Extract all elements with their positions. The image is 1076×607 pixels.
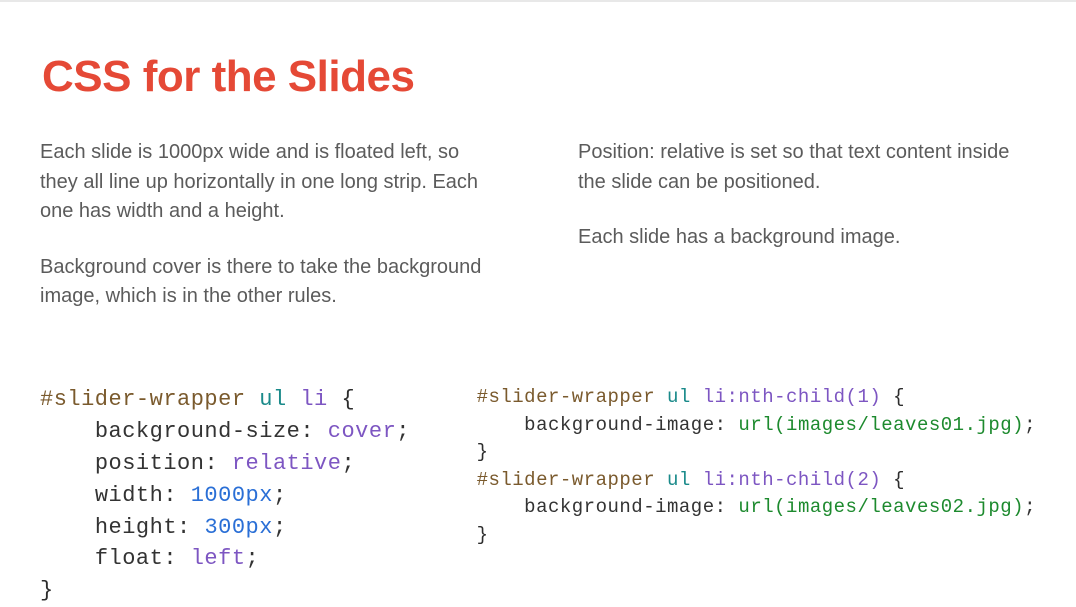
brace: { (893, 469, 905, 491)
code-columns: #slider-wrapper ul li { background-size:… (40, 384, 1036, 607)
css-value: 300px (204, 515, 273, 540)
selector-arg: (2) (846, 469, 882, 491)
css-property: background-image (524, 496, 714, 518)
right-text-column: Position: relative is set so that text c… (578, 138, 1036, 338)
selector-tag: ul (259, 387, 286, 412)
paragraph: Position: relative is set so that text c… (578, 138, 1036, 197)
slide-title: CSS for the Slides (42, 52, 1036, 102)
selector-id: #slider-wrapper (477, 386, 656, 408)
css-property: height (95, 515, 177, 540)
paragraph: Background cover is there to take the ba… (40, 253, 498, 312)
css-property: position (95, 451, 205, 476)
css-property: background-size (95, 419, 301, 444)
text-columns: Each slide is 1000px wide and is floated… (40, 138, 1036, 338)
selector-tag: ul (667, 386, 691, 408)
css-value: 1000px (191, 483, 273, 508)
selector-tag: li:nth-child (703, 469, 846, 491)
code-block-left: #slider-wrapper ul li { background-size:… (40, 384, 437, 607)
code-block-right: #slider-wrapper ul li:nth-child(1) { bac… (477, 384, 1036, 607)
brace: { (893, 386, 905, 408)
selector-id: #slider-wrapper (40, 387, 246, 412)
selector-arg: (1) (846, 386, 882, 408)
paragraph: Each slide has a background image. (578, 223, 1036, 253)
brace: } (40, 578, 54, 603)
selector-tag: li:nth-child (703, 386, 846, 408)
css-function: url (738, 414, 774, 436)
brace: } (477, 441, 489, 463)
css-value: relative (232, 451, 342, 476)
selector-tag: ul (667, 469, 691, 491)
paragraph: Each slide is 1000px wide and is floated… (40, 138, 498, 227)
css-value: (images/leaves01.jpg) (774, 414, 1024, 436)
css-property: float (95, 546, 164, 571)
selector-tag: li (300, 387, 327, 412)
css-value: left (191, 546, 246, 571)
brace: } (477, 524, 489, 546)
css-code: #slider-wrapper ul li:nth-child(1) { bac… (477, 384, 1036, 549)
css-property: background-image (524, 414, 714, 436)
css-value: cover (328, 419, 397, 444)
selector-id: #slider-wrapper (477, 469, 656, 491)
css-code: #slider-wrapper ul li { background-size:… (40, 384, 437, 607)
css-property: width (95, 483, 164, 508)
css-function: url (738, 496, 774, 518)
left-text-column: Each slide is 1000px wide and is floated… (40, 138, 498, 338)
brace: { (341, 387, 355, 412)
css-value: (images/leaves02.jpg) (774, 496, 1024, 518)
